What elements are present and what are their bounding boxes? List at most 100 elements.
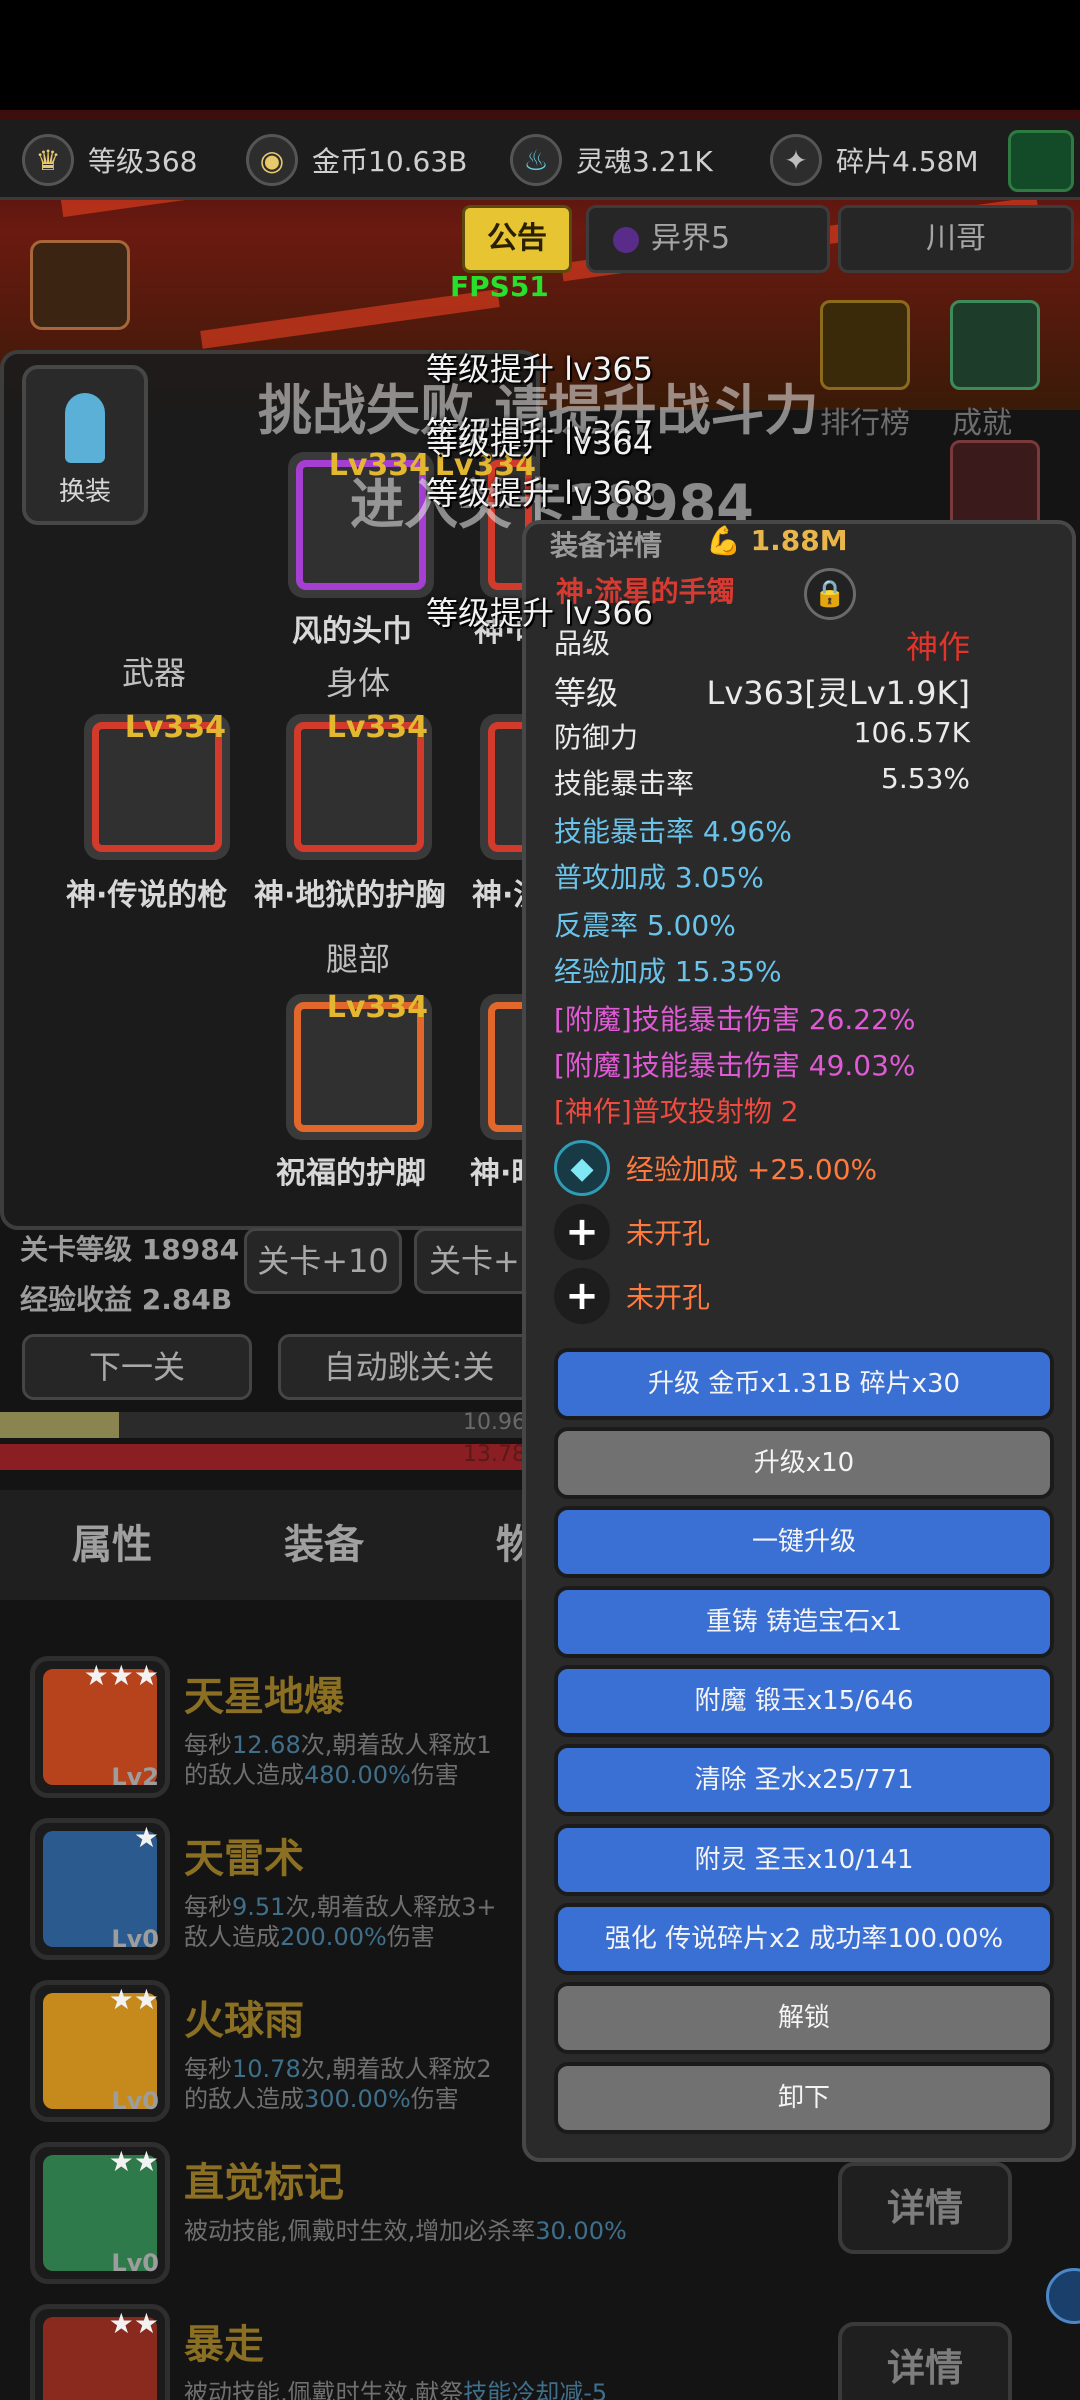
tab-user[interactable]: 川哥 [838,205,1074,273]
skill-icon: ★★ Lv0 [30,2142,170,2284]
next-stage-button[interactable]: 下一关 [22,1334,252,1400]
skill-name: 天雷术 [184,1836,304,1882]
upgrade-x10-button[interactable]: 升级x10 [554,1427,1054,1499]
skill-desc-text: 次,朝着敌人释放3+ [285,1893,497,1921]
tab-other-world[interactable]: 异界5 [586,205,830,273]
detail-row-value: 106.57K [853,716,970,749]
skill-desc-text: 每秒 [184,1893,232,1921]
swap-outfit-label: 换装 [58,477,111,507]
skill-desc-text: 每秒 [184,1731,232,1759]
unlock-button[interactable]: 解锁 [554,1982,1054,2054]
resource-soul: ♨ 灵魂3.21K [510,120,713,200]
skill-name: 直觉标记 [184,2160,344,2206]
skill-stars: ★★ [108,1983,159,2016]
skill-desc: 被动技能,佩戴时生效,献祭技能冷却减-5 [184,2378,744,2400]
star-icon[interactable] [950,300,1040,390]
detail-power: 💪 1.88M [706,524,848,557]
portal-icon [613,226,639,253]
exp-bar-text: 10.96 [463,1410,526,1435]
enchant-button[interactable]: 附魔 锻玉x15/646 [554,1665,1054,1737]
side-icons: 排行榜 成就 [820,300,1060,550]
skill-level: Lv0 [111,2249,159,2277]
equip-slot-legs[interactable]: Lv334 [286,990,432,1140]
equip-slot-body[interactable]: Lv334 [286,710,432,860]
enhance-button[interactable]: 强化 传说碎片x2 成功率100.00% [554,1903,1054,1975]
skill-icon: ★★ [30,2304,170,2400]
lock-icon[interactable]: 🔒 [804,568,856,620]
resource-shard: ✦ 碎片4.58M [770,120,979,200]
swap-outfit-button[interactable]: 换装 [22,365,148,525]
main-tabs: 属性 装备 物 [0,1490,540,1600]
resource-gold: ◉ 金币10.63B [246,120,467,200]
skill-name: 暴走 [184,2322,264,2368]
trophy-icon[interactable] [820,300,910,390]
empty-socket[interactable]: + 未开孔 [554,1266,710,1326]
resource-shard-label: 碎片4.58M [836,145,979,178]
spirit-bind-button[interactable]: 附灵 圣玉x10/141 [554,1824,1054,1896]
detail-row-value: 神作 [905,628,970,666]
level-up-popup: 等级提升 lv364 [426,424,654,462]
achievement-label: 成就 [952,406,1012,441]
auto-skip-toggle[interactable]: 自动跳关:关 [278,1334,540,1400]
upgrade-button[interactable]: 升级 金币x1.31B 碎片x30 [554,1348,1054,1420]
skill-name: 火球雨 [184,1998,304,2044]
resource-level-label: 等级368 [88,145,198,178]
tab-attributes[interactable]: 属性 [72,1512,152,1570]
detail-row-level: 等级 Lv363[灵Lv1.9K] [554,668,970,714]
skill-detail-button[interactable]: 详情 [838,2322,1012,2400]
sword-icon[interactable] [950,440,1040,530]
skill-desc-value: 300.00% [304,2085,411,2113]
skill-detail-button[interactable]: 详情 [838,2162,1012,2254]
skill-item[interactable]: ★ Lv0 天雷术 每秒9.51次,朝着敌人释放3+ 敌人造成200.00%伤害 [24,1818,544,1968]
skill-item[interactable]: ★★★ Lv2 天星地爆 每秒12.68次,朝着敌人释放1 的敌人造成480.00… [24,1656,544,1806]
skill-desc-value: 12.68 [232,1731,301,1759]
leaf-menu-button[interactable] [1008,130,1074,192]
detail-row-defense: 防御力 106.57K [554,716,970,756]
game-screen: ♛ 等级368 ◉ 金币10.63B ♨ 灵魂3.21K ✦ 碎片4.58M 公… [0,0,1080,2400]
clear-button[interactable]: 清除 圣水x25/771 [554,1744,1054,1816]
reforge-button[interactable]: 重铸 铸造宝石x1 [554,1586,1054,1658]
skill-desc: 被动技能,佩戴时生效,增加必杀率30.00% [184,2216,744,2246]
empty-socket[interactable]: + 未开孔 [554,1202,710,1262]
skill-desc-text: 伤害 [386,1923,435,1951]
resource-soul-label: 灵魂3.21K [576,145,713,178]
hp-bar-text: 13.78 [463,1442,526,1467]
floating-circle-button[interactable] [1046,2268,1080,2324]
shard-icon: ✦ [770,134,822,186]
skill-item[interactable]: ★★ Lv0 火球雨 每秒10.78次,朝着敌人释放2 的敌人造成300.00%伤… [24,1980,544,2130]
skill-desc: 每秒9.51次,朝着敌人释放3+ 敌人造成200.00%伤害 [184,1892,544,1952]
detail-row-key: 等级 [554,674,619,712]
detail-row-value: Lv363[灵Lv1.9K] [706,674,970,712]
skill-desc-text: 的敌人造成 [184,2085,304,2113]
skill-desc-text: 次,朝着敌人释放1 [300,1731,492,1759]
skill-desc-text: 被动技能,佩戴时生效,献祭 [184,2379,464,2400]
exp-bar: 10.96 [0,1410,540,1438]
skill-desc-text: 被动技能,佩戴时生效,增加必杀率 [184,2217,536,2245]
level-up-popup: 等级提升 lv368 [426,474,654,512]
equip-name-weapon: 神·传说的枪 [66,878,228,913]
detail-row-key: 技能暴击率 [554,767,695,800]
skill-stars: ★ [133,1821,159,1854]
compass-icon[interactable] [30,240,130,330]
tab-other-world-label: 异界5 [651,221,731,256]
fps-counter: FPS51 [450,270,549,303]
unequip-button[interactable]: 卸下 [554,2062,1054,2134]
skill-desc-text: 次,朝着敌人释放2 [300,2055,492,2083]
skill-desc-text: 的敌人造成 [184,1761,304,1789]
skill-item[interactable]: ★★ 暴走 被动技能,佩戴时生效,献祭技能冷却减-5 [24,2304,607,2400]
bonus-stat: 经验加成 15.35% [554,955,782,988]
character-icon [65,393,105,463]
skill-item[interactable]: ★★ Lv0 直觉标记 被动技能,佩戴时生效,增加必杀率30.00% [24,2142,627,2292]
skill-level: Lv0 [111,2087,159,2115]
stage-plus-10-button[interactable]: 关卡+10 [244,1228,402,1294]
tab-equipment[interactable]: 装备 [284,1512,364,1570]
bonus-stat: 反震率 5.00% [554,909,736,942]
one-click-upgrade-button[interactable]: 一键升级 [554,1506,1054,1578]
skill-stars: ★★ [108,2307,159,2340]
equip-name-body: 神·地狱的护胸 [254,878,446,913]
tab-notice[interactable]: 公告 [462,205,572,273]
exp-bar-fill [0,1412,119,1438]
skill-stars: ★★★ [83,1659,159,1692]
equip-slot-weapon[interactable]: Lv334 [84,710,230,860]
equip-name-legs: 祝福的护脚 [276,1156,426,1191]
